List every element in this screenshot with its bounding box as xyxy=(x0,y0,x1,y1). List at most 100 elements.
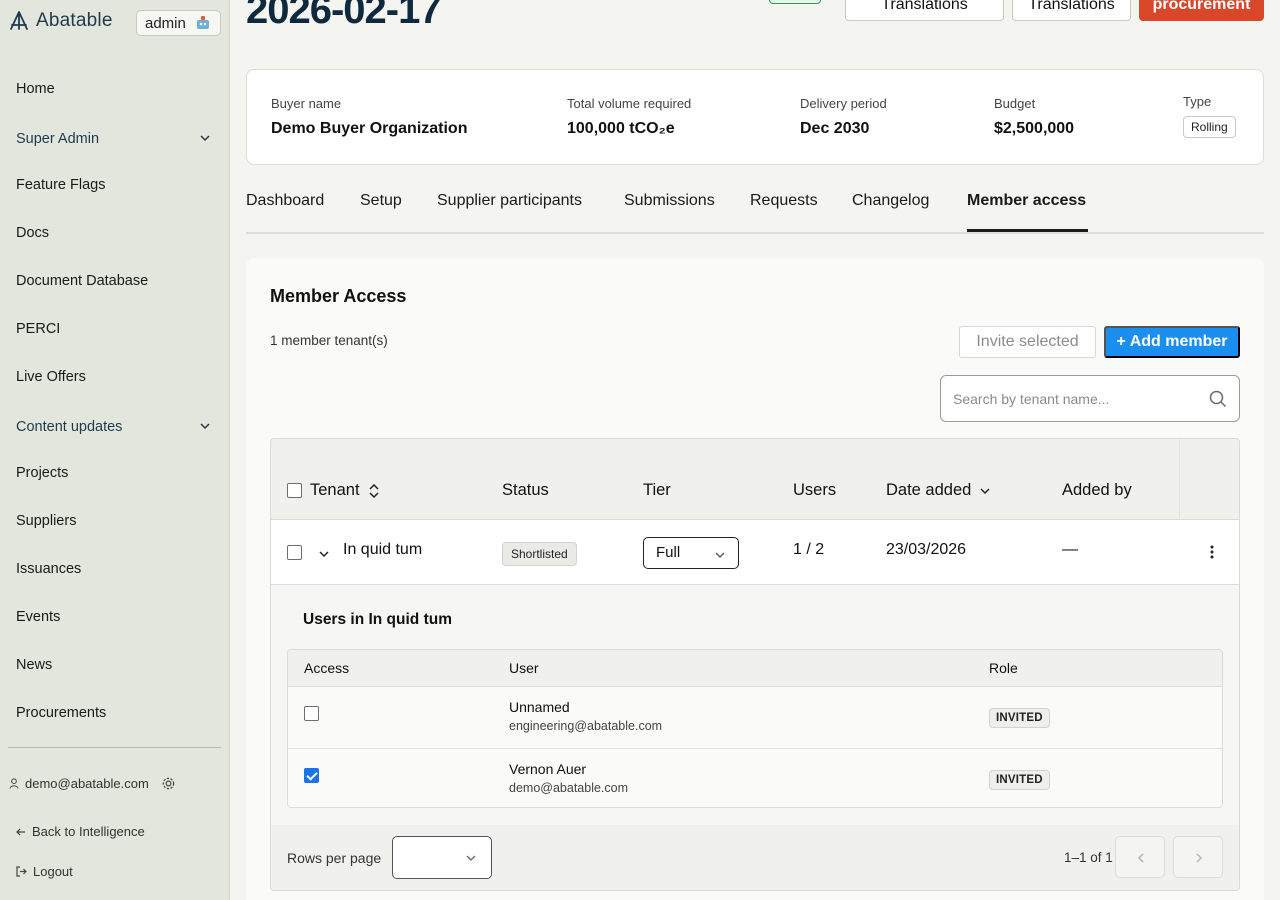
sidebar-item-projects[interactable]: Projects xyxy=(16,465,68,481)
added-by: — xyxy=(1062,541,1078,558)
user-email: demo@abatable.com xyxy=(25,776,149,791)
admin-label: admin xyxy=(145,14,186,32)
delivery-field: Delivery period Dec 2030 xyxy=(800,96,887,138)
sidebar-item-issuances[interactable]: Issuances xyxy=(16,561,81,577)
translations-button-2[interactable]: Translations xyxy=(1012,0,1131,21)
type-field: Type Rolling xyxy=(1183,94,1236,138)
brand[interactable]: Abatable xyxy=(8,10,113,32)
access-checkbox[interactable] xyxy=(304,706,319,721)
buyer-name-value: Demo Buyer Organization xyxy=(271,120,468,137)
user-row[interactable]: Unnamed engineering@abatable.com INVITED xyxy=(288,687,1222,748)
previous-page-button[interactable] xyxy=(1115,836,1165,878)
column-users: Users xyxy=(793,481,837,499)
tab-requests[interactable]: Requests xyxy=(750,192,818,210)
tenant-name: In quid tum xyxy=(343,541,423,558)
tab-member-access[interactable]: Member access xyxy=(967,192,1086,210)
user-icon xyxy=(9,778,19,789)
table-header: Tenant Status Tier Users Date added Adde… xyxy=(271,439,1239,520)
procurement-summary-card: Buyer name Demo Buyer Organization Total… xyxy=(246,69,1264,165)
tenant-search xyxy=(940,375,1240,422)
table-row[interactable]: In quid tum Shortlisted Full 1 / 2 23/03… xyxy=(271,520,1239,585)
procurement-button[interactable]: procurement xyxy=(1139,0,1264,21)
sidebar-item-news[interactable]: News xyxy=(16,657,52,673)
users-count: 1 / 2 xyxy=(793,541,825,558)
users-subtable: Access User Role Unnamed engineering@aba… xyxy=(287,649,1223,808)
column-label: Tenant xyxy=(310,481,360,499)
member-count: 1 member tenant(s) xyxy=(270,333,388,348)
rows-per-page-label: Rows per page xyxy=(287,850,382,866)
expanded-users-section: Users in In quid tum Access User Role Un… xyxy=(271,585,1239,825)
column-status: Status xyxy=(502,481,549,499)
back-link-label: Back to Intelligence xyxy=(32,824,145,839)
page-title: 2026-02-17 xyxy=(246,0,442,32)
budget-label: Budget xyxy=(994,96,1036,111)
sidebar: Abatable admin Home Super Admin Feature … xyxy=(0,0,230,900)
sidebar-item-home[interactable]: Home xyxy=(16,81,55,97)
back-to-intelligence-link[interactable]: Back to Intelligence xyxy=(16,824,145,839)
type-badge: Rolling xyxy=(1183,116,1236,138)
sidebar-item-live-offers[interactable]: Live Offers xyxy=(16,369,86,385)
invite-selected-button[interactable]: Invite selected xyxy=(959,326,1096,358)
buyer-name-field: Buyer name Demo Buyer Organization xyxy=(271,96,467,138)
tier-select[interactable]: Full xyxy=(643,537,739,569)
expand-chevron-icon[interactable] xyxy=(318,548,330,560)
tab-setup[interactable]: Setup xyxy=(360,192,402,210)
chevron-down-icon xyxy=(980,487,990,494)
role-badge: INVITED xyxy=(989,770,1050,790)
type-label: Type xyxy=(1183,94,1212,109)
tab-changelog[interactable]: Changelog xyxy=(852,192,929,210)
sidebar-item-docs[interactable]: Docs xyxy=(16,225,49,241)
gear-icon[interactable] xyxy=(161,776,176,791)
robot-icon xyxy=(196,16,209,29)
page-range: 1–1 of 1 xyxy=(1064,850,1113,865)
user-name: Vernon Auer xyxy=(509,761,587,777)
sort-icon[interactable] xyxy=(368,483,380,498)
tab-bar: Dashboard Setup Supplier participants Su… xyxy=(246,186,1264,234)
pagination: Rows per page 1–1 of 1 xyxy=(271,825,1239,890)
next-page-button[interactable] xyxy=(1173,836,1223,878)
row-checkbox[interactable] xyxy=(287,545,302,560)
delivery-label: Delivery period xyxy=(800,96,887,111)
chevron-down-icon xyxy=(466,855,476,861)
chevron-right-icon xyxy=(1196,853,1203,863)
column-tenant[interactable]: Tenant xyxy=(287,481,380,500)
sidebar-item-procurements[interactable]: Procurements xyxy=(16,705,106,721)
add-member-button[interactable]: + Add member xyxy=(1104,326,1240,358)
sidebar-item-events[interactable]: Events xyxy=(16,609,60,625)
sidebar-item-content-updates[interactable]: Content updates xyxy=(16,419,210,435)
role-badge: INVITED xyxy=(989,708,1050,728)
volume-value: 100,000 tCO₂e xyxy=(567,120,675,137)
tab-dashboard[interactable]: Dashboard xyxy=(246,192,324,210)
arrow-left-icon xyxy=(16,828,25,835)
access-checkbox[interactable] xyxy=(304,768,319,783)
search-icon[interactable] xyxy=(1209,390,1227,408)
budget-field: Budget $2,500,000 xyxy=(994,96,1074,138)
chevron-down-icon xyxy=(200,135,210,142)
user-email: demo@abatable.com xyxy=(509,781,629,795)
sidebar-item-label: Super Admin xyxy=(16,131,100,147)
sidebar-item-perci[interactable]: PERCI xyxy=(16,321,60,337)
sidebar-item-document-database[interactable]: Document Database xyxy=(16,273,148,289)
user-account[interactable]: demo@abatable.com xyxy=(9,776,176,791)
column-date-added[interactable]: Date added xyxy=(886,481,991,500)
admin-role-pill[interactable]: admin xyxy=(136,10,221,36)
search-input[interactable] xyxy=(953,388,1193,410)
translations-button[interactable]: Translations xyxy=(845,0,1004,21)
buyer-name-label: Buyer name xyxy=(271,96,342,111)
tab-supplier-participants[interactable]: Supplier participants xyxy=(437,192,582,210)
select-all-checkbox[interactable] xyxy=(287,483,302,498)
sidebar-item-feature-flags[interactable]: Feature Flags xyxy=(16,177,105,193)
active-tab-indicator xyxy=(967,229,1088,232)
tab-submissions[interactable]: Submissions xyxy=(624,192,715,210)
logout-label: Logout xyxy=(33,864,73,879)
chevron-down-icon xyxy=(200,423,210,430)
logout-link[interactable]: Logout xyxy=(16,864,73,879)
tier-value: Full xyxy=(656,544,681,561)
sidebar-item-super-admin[interactable]: Super Admin xyxy=(16,131,210,147)
more-options-icon[interactable] xyxy=(1206,543,1218,561)
budget-value: $2,500,000 xyxy=(994,120,1075,137)
volume-label: Total volume required xyxy=(567,96,692,111)
user-row[interactable]: Vernon Auer demo@abatable.com INVITED xyxy=(288,748,1222,807)
sidebar-item-suppliers[interactable]: Suppliers xyxy=(16,513,76,529)
rows-per-page-select[interactable] xyxy=(392,836,492,879)
